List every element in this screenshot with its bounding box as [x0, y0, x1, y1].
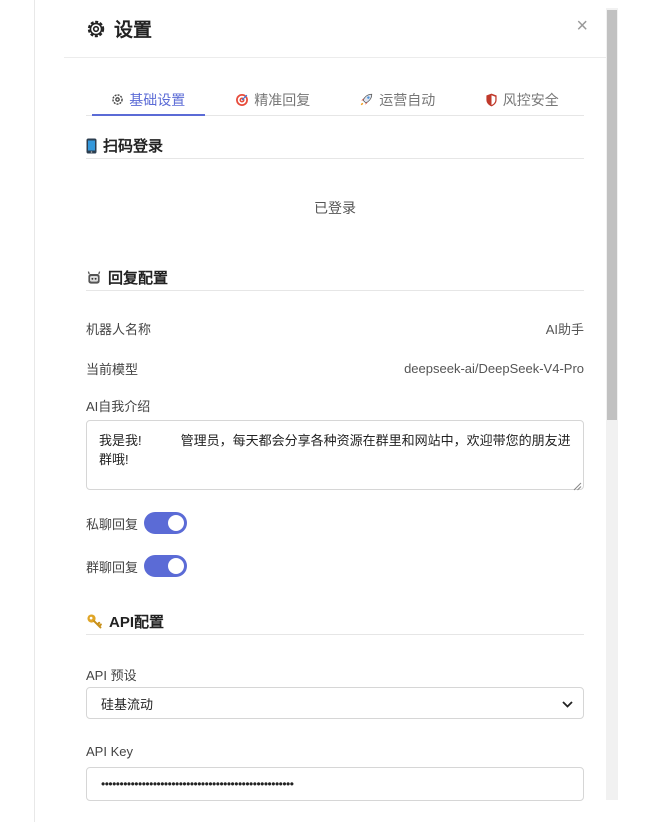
robot-icon — [86, 270, 102, 286]
section-reply-config: 回复配置 — [86, 265, 584, 291]
bot-name-value: AI助手 — [545, 322, 584, 337]
scrollbar-thumb[interactable] — [607, 10, 617, 420]
tab-label: 风控安全 — [502, 91, 559, 108]
close-button[interactable]: × — [576, 15, 588, 37]
api-key-label: API Key — [86, 744, 133, 759]
section-title-text: API配置 — [109, 614, 165, 631]
gear-icon — [111, 93, 124, 106]
tab-label: 基础设置 — [129, 91, 186, 108]
api-preset-value: 硅基流动 — [101, 696, 154, 712]
chevron-down-icon — [562, 696, 573, 711]
settings-modal: 设置 × 基础设置 精准回复 运营自动 风控安全 扫码登录 已登录 回复配置 机… — [64, 0, 606, 822]
section-api-config: API配置 — [86, 609, 584, 635]
section-title-text: 回复配置 — [108, 270, 169, 287]
model-label: 当前模型 — [86, 362, 139, 377]
tab-label: 精准回复 — [254, 91, 311, 108]
bot-name-label: 机器人名称 — [86, 322, 152, 337]
api-preset-select[interactable]: 硅基流动 — [86, 687, 584, 719]
modal-header: 设置 × — [64, 0, 606, 58]
group-reply-toggle[interactable] — [144, 555, 188, 577]
private-reply-toggle[interactable] — [144, 512, 188, 534]
api-preset-label: API 预设 — [86, 668, 137, 683]
model-row: 当前模型 deepseek-ai/DeepSeek-V4-Pro — [86, 359, 584, 378]
intro-label: AI自我介绍 — [86, 399, 151, 414]
shield-icon — [485, 93, 498, 107]
target-icon — [235, 93, 249, 107]
bot-name-row: 机器人名称 AI助手 — [86, 319, 584, 338]
section-title-text: 扫码登录 — [103, 138, 164, 155]
tab-precise-reply[interactable]: 精准回复 — [211, 84, 336, 115]
key-icon — [86, 613, 103, 630]
modal-title: 设置 — [114, 20, 153, 41]
group-reply-label: 群聊回复 — [86, 559, 139, 575]
tab-risk-security[interactable]: 风控安全 — [460, 84, 585, 115]
login-status: 已登录 — [314, 200, 356, 216]
tab-basic-settings[interactable]: 基础设置 — [86, 84, 211, 116]
rocket-icon — [359, 92, 374, 107]
settings-tabs: 基础设置 精准回复 运营自动 风控安全 — [86, 84, 584, 116]
modal-title-wrap: 设置 — [86, 15, 152, 42]
api-key-input[interactable]: ••••••••••••••••••••••••••••••••••••••••… — [86, 767, 584, 801]
private-reply-label: 私聊回复 — [86, 516, 139, 532]
intro-textarea[interactable]: 我是我! 管理员，每天都会分享各种资源在群里和网站中，欢迎带您的朋友进群哦! — [86, 420, 584, 490]
private-reply-row: 私聊回复 — [86, 512, 188, 534]
gear-icon — [86, 19, 106, 39]
tab-auto-operations[interactable]: 运营自动 — [335, 84, 460, 115]
group-reply-row: 群聊回复 — [86, 555, 188, 577]
model-value: deepseek-ai/DeepSeek-V4-Pro — [404, 361, 584, 376]
page-edge-divider — [34, 0, 35, 822]
tab-label: 运营自动 — [379, 91, 436, 108]
section-scan-login: 扫码登录 — [86, 133, 584, 159]
phone-icon — [86, 138, 97, 154]
resize-grip-icon[interactable] — [572, 478, 582, 491]
